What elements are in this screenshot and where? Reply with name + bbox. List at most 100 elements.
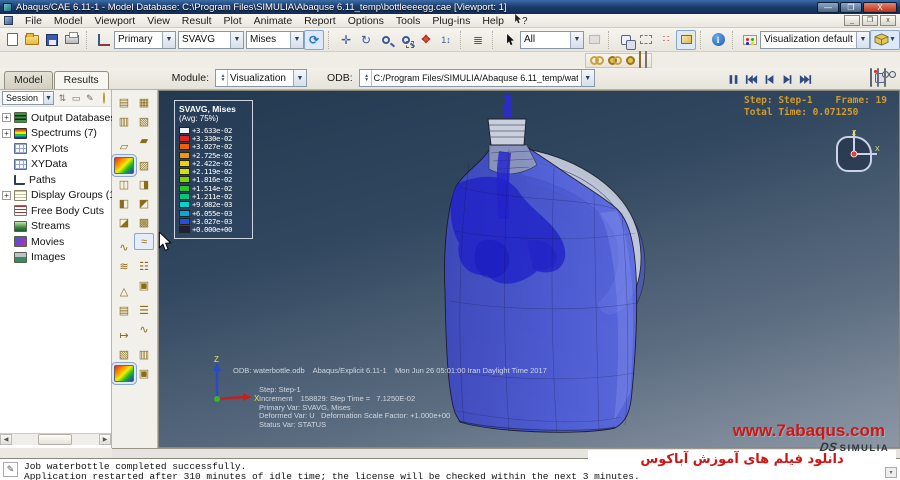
tree-item-output-databases-1[interactable]: + Output Databases (1) — [0, 110, 131, 126]
allow-multiple-plot-states-icon[interactable]: ◪ — [114, 214, 134, 231]
message-area-corner-dropdown[interactable]: ▾ — [885, 467, 897, 478]
query-icon[interactable]: ≣ — [468, 30, 488, 50]
menu-options[interactable]: Options — [342, 15, 390, 27]
pan-view-icon[interactable]: ✛ — [336, 30, 356, 50]
link-viewports-icon[interactable] — [870, 68, 872, 87]
child-restore-button[interactable]: ❐ — [862, 15, 878, 26]
tree-horizontal-scrollbar[interactable]: ◀ ▶ — [0, 433, 111, 445]
contour-options-icon[interactable]: ▨ — [134, 157, 154, 174]
field-output-toolbar-icon[interactable] — [94, 30, 114, 50]
3d-box-select-icon[interactable] — [676, 29, 696, 50]
query-information-icon[interactable]: △ — [114, 283, 134, 300]
remove-selected-icon[interactable] — [626, 52, 635, 70]
view-options-table-icon[interactable] — [645, 50, 647, 70]
probe-points-icon[interactable]: ∷ — [656, 30, 676, 50]
create-field-output-icon[interactable]: ▣ — [134, 365, 154, 382]
xy-options-icon[interactable]: ☰ — [134, 302, 154, 319]
viewport-canvas[interactable]: SVAVG, Mises (Avg: 75%) +3.633e-02 +3.330… — [158, 90, 900, 448]
open-file-icon[interactable] — [22, 30, 42, 50]
menu-report[interactable]: Report — [298, 15, 342, 27]
tree-item-free-body-cuts[interactable]: Free Body Cuts — [0, 203, 111, 219]
view-compass[interactable]: Z X — [827, 127, 881, 181]
animation-options-icon[interactable]: ☷ — [134, 258, 154, 275]
tree-item-movies[interactable]: Movies — [0, 234, 111, 250]
plot-symbols-icon[interactable]: ◫ — [114, 176, 134, 193]
select-cursor-icon[interactable] — [500, 30, 520, 50]
tree-item-display-groups-1[interactable]: + Display Groups (1) — [0, 188, 119, 204]
add-selected-icon[interactable] — [608, 52, 622, 70]
menu-tools[interactable]: Tools — [390, 15, 427, 27]
color-palette-icon[interactable] — [740, 30, 760, 50]
plot-contours-icon[interactable] — [114, 157, 134, 174]
save-icon[interactable] — [42, 30, 62, 50]
free-body-cut-icon[interactable]: ∿ — [134, 321, 154, 338]
tree-item-paths[interactable]: Paths — [0, 172, 111, 188]
rotate-view-icon[interactable]: ↻ — [356, 30, 376, 50]
first-frame-icon[interactable] — [745, 73, 758, 86]
tree-item-images[interactable]: Images — [0, 250, 111, 266]
box-zoom-icon[interactable] — [396, 30, 416, 50]
last-frame-icon[interactable] — [799, 73, 812, 86]
spinner-icon[interactable]: ▲ ▼ — [363, 70, 372, 86]
menu-plot[interactable]: Plot — [218, 15, 248, 27]
drag-rectangle-icon[interactable] — [636, 30, 656, 50]
render-style-dropdown-icon[interactable]: ▼ — [870, 29, 900, 50]
cycle-views-icon[interactable]: 1↕ — [436, 30, 456, 50]
intersect-selected-icon[interactable] — [639, 50, 641, 70]
mdi-child-icon[interactable] — [4, 16, 13, 25]
snapshot-icon[interactable] — [884, 68, 886, 87]
menu-viewport[interactable]: Viewport — [89, 15, 142, 27]
record-animation-icon[interactable] — [877, 68, 879, 87]
color-code-icon[interactable]: ▥ — [114, 113, 134, 130]
create-spectrum-icon[interactable]: ▧ — [134, 113, 154, 130]
minimize-button[interactable]: — — [817, 1, 839, 13]
view-cut-options-icon[interactable]: ▥ — [134, 346, 154, 363]
context-help-icon[interactable]: ? — [514, 14, 528, 27]
plot-material-orientations-icon[interactable]: ◧ — [114, 195, 134, 212]
tab-results[interactable]: Results — [53, 71, 109, 89]
animate-scale-factor-icon[interactable]: ∿ — [114, 239, 134, 256]
tab-model[interactable]: Model — [4, 71, 53, 89]
tree-item-xydata[interactable]: XYData — [0, 157, 111, 173]
color-defaults-dropdown[interactable]: Visualization defaults ▼ — [760, 30, 870, 49]
create-display-group-icon[interactable]: ▤ — [114, 94, 134, 111]
edit-display-group-icon[interactable]: ▦ — [134, 94, 154, 111]
result-options-icon[interactable]: ▩ — [134, 214, 154, 231]
tree-item-xyplots[interactable]: XYPlots — [0, 141, 111, 157]
info-icon[interactable]: i — [708, 30, 728, 50]
expand-icon[interactable]: + — [2, 190, 11, 200]
expand-icon[interactable]: + — [2, 128, 11, 138]
collapse-all-icon[interactable]: ▭ — [71, 93, 82, 104]
module-dropdown[interactable]: ▲ ▼ Visualization ▼ — [214, 69, 307, 87]
menu-help[interactable]: Help — [476, 15, 510, 27]
menu-result[interactable]: Result — [176, 15, 218, 27]
replace-selected-icon[interactable] — [590, 52, 604, 70]
expand-icon[interactable]: + — [2, 113, 11, 123]
plot-deformed-shape-icon[interactable]: ▰ — [134, 132, 154, 149]
symbol-options-icon[interactable]: ◨ — [134, 176, 154, 193]
activate-view-cut-icon[interactable]: ▧ — [114, 346, 134, 363]
create-xy-data-icon[interactable]: ▤ — [114, 302, 134, 319]
variable-dropdown[interactable]: SVAVG ▼ — [178, 30, 244, 49]
sort-toggle-icon[interactable]: ⇅ — [57, 93, 68, 104]
animate-harmonic-icon[interactable]: ≋ — [114, 258, 134, 275]
child-minimize-button[interactable]: _ — [844, 15, 860, 26]
chevron-down-icon[interactable]: ▼ — [43, 92, 53, 104]
pause-icon[interactable] — [727, 73, 740, 86]
menu-animate[interactable]: Animate — [248, 15, 299, 27]
previous-frame-icon[interactable] — [763, 73, 776, 86]
create-path-icon[interactable]: ↦ — [114, 327, 134, 344]
odb-dropdown[interactable]: ▲ ▼ C:/Program Files/SIMULIA/Abaquse 6.11… — [358, 69, 595, 87]
chevron-down-icon[interactable]: ▼ — [230, 31, 243, 48]
scrollbar-thumb[interactable] — [38, 434, 72, 445]
edit-filter-icon[interactable]: ✎ — [85, 93, 96, 104]
child-close-button[interactable]: x — [880, 15, 896, 26]
tips-lightbulb-icon[interactable] — [98, 92, 109, 104]
menu-model[interactable]: Model — [48, 15, 89, 27]
tree-item-streams[interactable]: Streams — [0, 219, 111, 235]
message-area-icon[interactable]: ✎ — [3, 462, 18, 477]
new-file-icon[interactable] — [2, 30, 22, 50]
orientation-options-icon[interactable]: ◩ — [134, 195, 154, 212]
position-dropdown[interactable]: Primary ▼ — [114, 30, 176, 49]
combine-selection-icon[interactable] — [616, 30, 636, 50]
